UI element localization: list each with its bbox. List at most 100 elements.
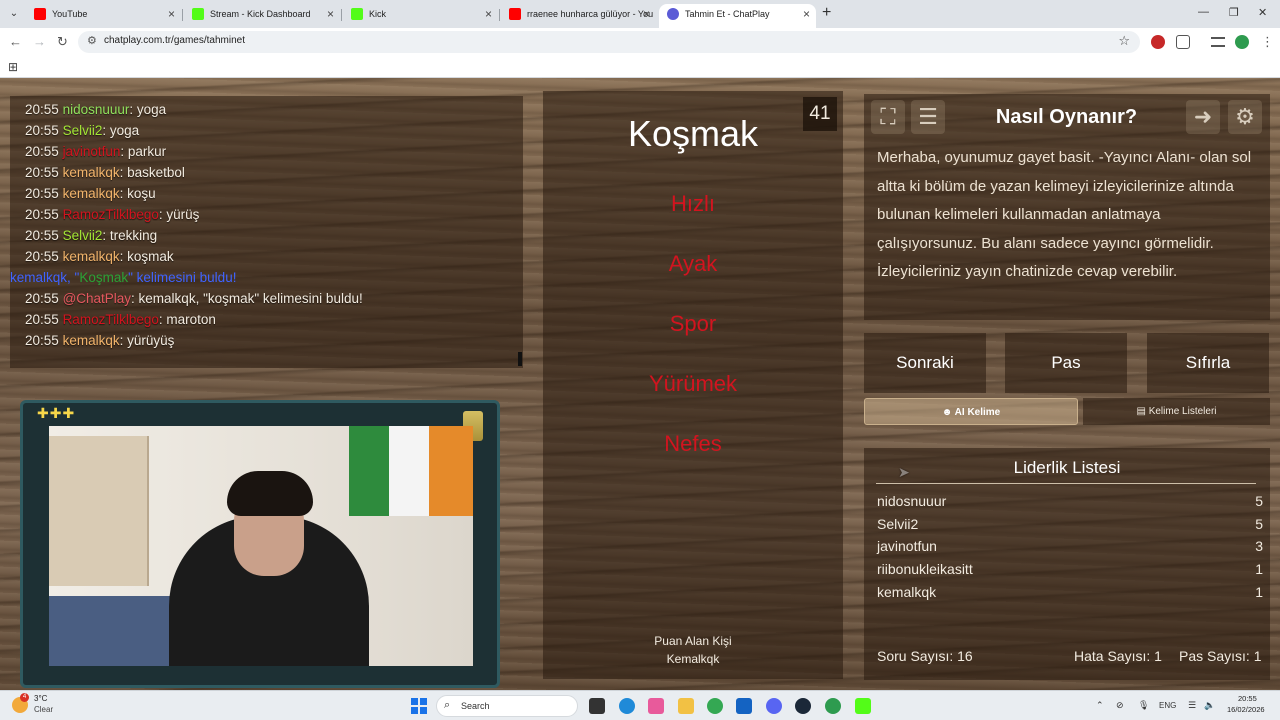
settings-gear-icon[interactable]: ⚙ [1228,100,1262,134]
reload-icon[interactable]: ↻ [57,34,68,50]
player-name: nidosnuuur [877,493,947,509]
minimize-icon[interactable]: — [1198,6,1209,18]
new-tab-button[interactable]: + [822,4,831,22]
taskbar-search[interactable]: ⌕ Search [436,695,578,717]
clock-time[interactable]: 20:55 [1238,694,1257,703]
site-info-icon[interactable]: ⚙ [87,34,97,47]
next-button[interactable]: Sonraki [864,333,986,393]
tab-youtube[interactable]: YouTube × [26,4,181,28]
tab-kick[interactable]: Kick × [343,4,498,28]
tab-youtube-video[interactable]: rraenee hunharca gülüyor - You × [501,4,656,28]
tab-search-dropdown-icon[interactable]: ⌄ [6,6,22,22]
browser-tab-bar: ⌄ YouTube × Stream - Kick Dashboard × Ki… [0,0,1280,28]
volume-icon[interactable]: 🔈 [1204,700,1215,711]
weather-description[interactable]: Clear [34,705,53,714]
chat-text: : kemalkqk, "koşmak" kelimesini buldu! [131,291,363,306]
url-bar[interactable]: ⚙ chatplay.com.tr/games/tahminet ☆ [78,31,1140,53]
extension-icon[interactable] [1151,35,1165,49]
chat-username[interactable]: Selvii2 [63,123,103,138]
profile-avatar[interactable] [1235,35,1249,49]
store-icon[interactable] [736,698,752,714]
chat-message: 20:55 kemalkqk: basketbol [25,162,523,183]
chat-username[interactable]: RamozTilklbego [63,207,159,222]
webcam-flag [389,426,429,516]
back-icon[interactable]: ← [9,34,22,49]
forbidden-word: Hızlı [671,191,715,216]
youtube-icon [34,8,46,20]
forbidden-word: Spor [669,311,717,336]
reading-list-icon[interactable] [1211,37,1225,47]
extensions-puzzle-icon[interactable] [1176,35,1190,49]
edge-icon[interactable] [619,698,635,714]
chrome-profile-icon[interactable] [825,698,841,714]
chat-username[interactable]: RamozTilklbego [63,312,159,327]
webcam-person-hair [227,471,313,516]
restore-icon[interactable]: ❐ [1229,6,1239,19]
taskbar-search-label: Search [461,701,490,711]
tab-kick-dashboard[interactable]: Stream - Kick Dashboard × [184,4,340,28]
webcam-bed [49,596,179,666]
bookmark-star-icon[interactable]: ☆ [1118,33,1130,49]
chat-timestamp: 20:55 [25,312,59,327]
weather-badge: 4 [20,693,29,702]
leaderboard-row: riibonukleikasitt 1 [877,561,1263,583]
chat-username[interactable]: kemalkqk [63,186,120,201]
weather-temperature[interactable]: 3°C [34,694,47,703]
network-icon[interactable]: ⊘ [1116,700,1124,711]
reset-button[interactable]: Sıfırla [1147,333,1269,393]
exit-icon[interactable]: ➜ [1186,100,1220,134]
tab-divider [499,9,500,21]
file-explorer-icon[interactable] [678,698,694,714]
microphone-icon[interactable]: 🎙 [1138,700,1149,711]
close-icon[interactable]: × [803,4,810,24]
window-close-icon[interactable]: ✕ [1258,6,1267,19]
clock-date[interactable]: 16/02/2026 [1227,705,1265,714]
player-score: 1 [1255,584,1263,600]
close-icon[interactable]: × [485,4,492,24]
game-page: 20:55 nidosnuuur: yoga 20:55 Selvii2: yog… [0,78,1280,690]
forward-icon[interactable]: → [33,34,46,49]
ai-word-button[interactable]: ☻ AI Kelime [864,398,1078,425]
chat-message: 20:55 Selvii2: trekking [25,225,523,246]
windows-start-icon[interactable] [411,698,427,714]
chrome-icon[interactable] [707,698,723,714]
ai-word-label: AI Kelime [954,407,1001,418]
close-icon[interactable]: × [168,4,175,24]
steam-icon[interactable] [795,698,811,714]
chat-username[interactable]: Selvii2 [63,228,103,243]
discord-icon[interactable] [766,698,782,714]
apps-grid-icon[interactable]: ⊞ [8,60,18,74]
tab-divider [341,9,342,21]
player-score: 1 [1255,561,1263,577]
menu-kebab-icon[interactable]: ⋮ [1261,34,1274,50]
chat-username[interactable]: kemalkqk [63,249,120,264]
notes-icon[interactable]: ☰ [911,100,945,134]
player-score: 3 [1255,538,1263,554]
chat-username[interactable]: javinotfun [63,144,121,159]
word-lists-label: Kelime Listeleri [1148,406,1217,417]
close-icon[interactable]: × [643,4,650,24]
chat-text: : basketbol [119,165,185,180]
chat-username[interactable]: kemalkqk [63,333,120,348]
pass-button[interactable]: Pas [1005,333,1127,393]
chat-username[interactable]: kemalkqk [63,165,120,180]
kick-app-icon[interactable] [855,698,871,714]
task-view-icon[interactable] [589,698,605,714]
webcam-flag [349,426,389,516]
leaderboard-panel: Liderlik Listesi nidosnuuur 5 Selvii2 5 … [864,448,1270,680]
tab-chatplay[interactable]: Tahmin Et - ChatPlay × [659,4,816,28]
chat-username[interactable]: @ChatPlay [63,291,131,306]
frame-decoration-icon: ✚✚✚ [37,405,76,421]
copilot-icon[interactable] [648,698,664,714]
tray-overflow-icon[interactable]: ⌃ [1096,700,1104,711]
chat-text: : trekking [102,228,158,243]
chat-scrollbar[interactable] [518,352,522,366]
close-icon[interactable]: × [327,4,334,24]
word-lists-button[interactable]: ▤ Kelime Listeleri [1083,398,1270,425]
wifi-icon[interactable]: ☰ [1188,700,1196,711]
chat-message: 20:55 javinotfun: parkur [25,141,523,162]
url-text[interactable]: chatplay.com.tr/games/tahminet [104,35,245,46]
fullscreen-icon[interactable]: ⛶ [871,100,905,134]
language-indicator[interactable]: ENG [1159,701,1176,710]
chat-username[interactable]: nidosnuuur [63,102,130,117]
